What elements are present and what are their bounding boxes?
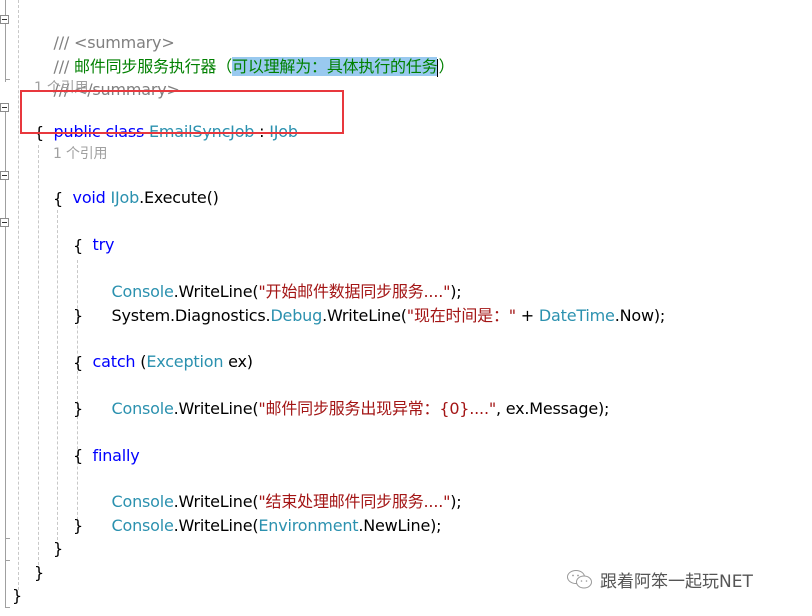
string-literal: "邮件同步服务出现异常：{0}...." [258, 399, 496, 418]
code-editor[interactable]: /// <summary> /// 邮件同步服务执行器（可以理解为：具体执行的任… [0, 0, 812, 616]
indent-guide [57, 210, 58, 540]
class-name: DateTime [538, 306, 615, 325]
method-call: .WriteLine( [173, 516, 259, 535]
code-line[interactable]: void IJob.Execute() [53, 163, 219, 207]
method-call: .WriteLine( [322, 306, 407, 325]
punctuation: ( [135, 352, 147, 371]
indent-guide [18, 0, 19, 590]
punctuation: , ex.Message); [496, 399, 610, 418]
class-name: Console [111, 399, 174, 418]
watermark: 跟着阿笨一起玩NET [566, 567, 753, 592]
collapse-toggle-icon[interactable] [0, 218, 9, 227]
code-line[interactable]: finally [73, 421, 140, 465]
indent-guide [38, 145, 39, 565]
collapse-toggle-icon[interactable] [0, 15, 9, 24]
code-line[interactable]: Console.WriteLine("开始邮件数据同步服务...."); [92, 257, 462, 301]
highlight-annotation-box [20, 90, 344, 134]
doc-comment-text: ） [438, 57, 455, 76]
collapse-toggle-icon[interactable] [0, 171, 9, 180]
watermark-text: 跟着阿笨一起玩NET [600, 572, 753, 592]
method-call: .WriteLine( [173, 399, 259, 418]
code-line[interactable]: try [73, 210, 115, 254]
outline-end [5, 560, 10, 561]
code-line[interactable]: /// <summary> [34, 8, 175, 52]
keyword: try [92, 235, 115, 254]
outline-end [5, 607, 10, 608]
selected-text: 可以理解为：具体执行的任务 [232, 57, 438, 76]
operator: + [515, 306, 539, 325]
code-line[interactable]: /// </summary> [34, 55, 180, 99]
string-literal: "现在时间是：" [406, 306, 516, 325]
class-name: Debug [270, 306, 323, 325]
code-line[interactable]: } [53, 537, 63, 560]
code-line[interactable]: { [73, 234, 83, 257]
code-line[interactable]: } [12, 584, 22, 607]
punctuation: ); [450, 492, 462, 511]
code-line[interactable]: { [73, 444, 83, 467]
collapse-toggle-icon[interactable] [0, 103, 9, 112]
code-line[interactable]: } [73, 304, 83, 327]
code-line[interactable]: Console.WriteLine("结束处理邮件同步服务...."); [92, 467, 462, 511]
code-line[interactable]: System.Diagnostics.Debug.WriteLine("现在时间… [92, 281, 666, 325]
code-line[interactable]: } [73, 514, 83, 537]
code-line[interactable]: } [73, 397, 83, 420]
code-line[interactable]: { [73, 351, 83, 374]
code-line[interactable]: } [34, 561, 44, 584]
class-name: Console [111, 516, 174, 535]
keyword: finally [92, 446, 140, 465]
namespace: System.Diagnostics. [111, 306, 271, 325]
outline-line [5, 0, 6, 82]
keyword: void [72, 188, 106, 207]
outline-end [5, 538, 10, 539]
code-line[interactable]: catch (Exception ex) [73, 327, 253, 371]
wechat-icon [566, 569, 594, 591]
outline-line [5, 108, 6, 608]
punctuation: .NewLine); [358, 516, 442, 535]
identifier: ex) [223, 352, 253, 371]
code-line[interactable]: /// 邮件同步服务执行器（可以理解为：具体执行的任务） [34, 32, 454, 77]
code-line[interactable]: Console.WriteLine(Environment.NewLine); [92, 491, 442, 535]
interface-name: IJob [110, 188, 140, 207]
keyword: catch [92, 352, 136, 371]
method-signature: .Execute() [139, 188, 219, 207]
punctuation: .Now); [614, 306, 666, 325]
outline-end [5, 79, 10, 80]
class-name: Exception [146, 352, 224, 371]
code-line[interactable]: { [53, 187, 63, 210]
class-name: Environment [258, 516, 359, 535]
code-line[interactable]: Console.WriteLine("邮件同步服务出现异常：{0}....", … [92, 374, 610, 418]
